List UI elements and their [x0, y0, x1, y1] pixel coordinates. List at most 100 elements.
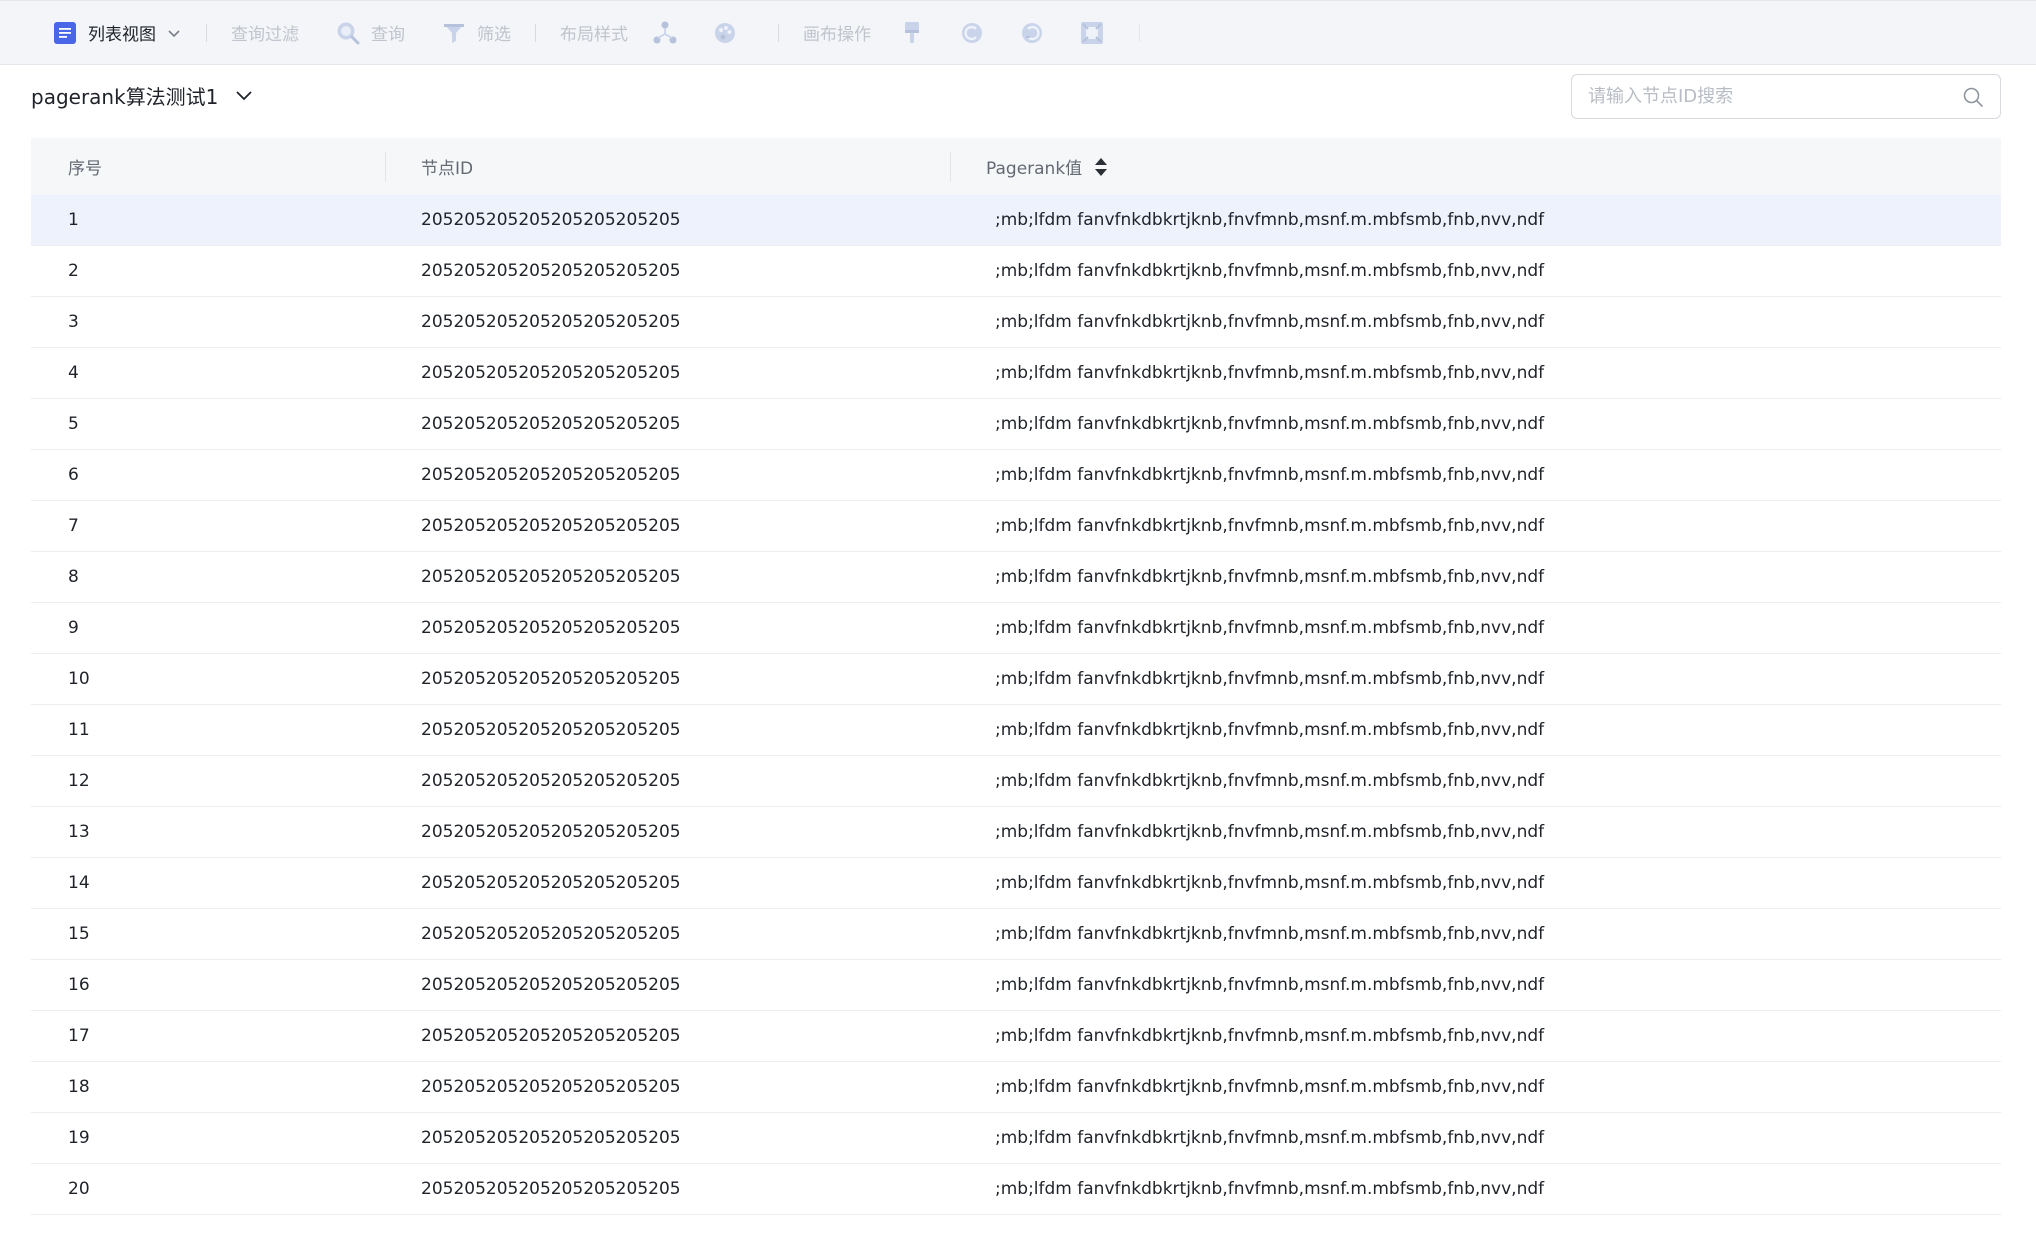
cell-node-id: 205205205205205205205205: [421, 465, 681, 485]
cell-node-id: 205205205205205205205205: [421, 312, 681, 332]
canvas-ops-group-label: 画布操作: [803, 25, 871, 45]
algorithm-selector[interactable]: pagerank算法测试1: [31, 80, 254, 110]
cell-node-id: 205205205205205205205205: [421, 720, 681, 740]
filter-button[interactable]: 筛选: [441, 20, 511, 46]
view-switcher-label: 列表视图: [88, 25, 156, 45]
search-box[interactable]: [1571, 74, 2001, 119]
layout-style-group-label: 布局样式: [560, 25, 628, 45]
chevron-down-icon: [234, 85, 254, 105]
list-view-icon: [52, 20, 78, 46]
cell-index: 2: [68, 261, 79, 281]
cell-pagerank-value: ;mb;lfdm fanvfnkdbkrtjknb,fnvfmnb,msnf.m…: [995, 1179, 1545, 1199]
table-row[interactable]: 8 205205205205205205205205 ;mb;lfdm fanvfn…: [31, 552, 2001, 603]
redo-icon[interactable]: [1019, 20, 1045, 46]
view-switcher[interactable]: 列表视图: [52, 20, 182, 46]
table-row[interactable]: 12 205205205205205205205205 ;mb;lfdm fanvf…: [31, 756, 2001, 807]
table-row[interactable]: 3 205205205205205205205205 ;mb;lfdm fanvfn…: [31, 297, 2001, 348]
table-row[interactable]: 4 205205205205205205205205 ;mb;lfdm fanvfn…: [31, 348, 2001, 399]
column-header-node-id: 节点ID: [385, 154, 950, 179]
cell-pagerank-value: ;mb;lfdm fanvfnkdbkrtjknb,fnvfmnb,msnf.m…: [995, 924, 1545, 944]
table-row[interactable]: 6 205205205205205205205205 ;mb;lfdm fanvfn…: [31, 450, 2001, 501]
cell-node-id: 205205205205205205205205: [421, 975, 681, 995]
cell-pagerank-value: ;mb;lfdm fanvfnkdbkrtjknb,fnvfmnb,msnf.m…: [995, 975, 1545, 995]
cell-pagerank-value: ;mb;lfdm fanvfnkdbkrtjknb,fnvfmnb,msnf.m…: [995, 873, 1545, 893]
column-header-pagerank[interactable]: Pagerank值: [950, 154, 2001, 179]
table-row[interactable]: 10 205205205205205205205205 ;mb;lfdm fanvf…: [31, 654, 2001, 705]
cell-index: 18: [68, 1077, 90, 1097]
table-body: 1 205205205205205205205205 ;mb;lfdm fanvfn…: [31, 195, 2001, 1215]
cell-index: 6: [68, 465, 79, 485]
cell-node-id: 205205205205205205205205: [421, 1128, 681, 1148]
query-button[interactable]: 查询: [335, 20, 405, 46]
cell-index: 7: [68, 516, 79, 536]
cell-pagerank-value: ;mb;lfdm fanvfnkdbkrtjknb,fnvfmnb,msnf.m…: [995, 465, 1545, 485]
cell-pagerank-value: ;mb;lfdm fanvfnkdbkrtjknb,fnvfmnb,msnf.m…: [995, 261, 1545, 281]
cell-pagerank-value: ;mb;lfdm fanvfnkdbkrtjknb,fnvfmnb,msnf.m…: [995, 1077, 1545, 1097]
cell-pagerank-value: ;mb;lfdm fanvfnkdbkrtjknb,fnvfmnb,msnf.m…: [995, 567, 1545, 587]
table-row[interactable]: 7 205205205205205205205205 ;mb;lfdm fanvfn…: [31, 501, 2001, 552]
table-row[interactable]: 15 205205205205205205205205 ;mb;lfdm fanvf…: [31, 909, 2001, 960]
toolbar: 列表视图 查询过滤 查询 筛选 布局样式 画布操作: [0, 0, 2036, 65]
cell-node-id: 205205205205205205205205: [421, 210, 681, 230]
cell-index: 13: [68, 822, 90, 842]
cell-pagerank-value: ;mb;lfdm fanvfnkdbkrtjknb,fnvfmnb,msnf.m…: [995, 210, 1545, 230]
cell-node-id: 205205205205205205205205: [421, 516, 681, 536]
table-row[interactable]: 11 205205205205205205205205 ;mb;lfdm fanvf…: [31, 705, 2001, 756]
cell-pagerank-value: ;mb;lfdm fanvfnkdbkrtjknb,fnvfmnb,msnf.m…: [995, 363, 1545, 383]
table-row[interactable]: 2 205205205205205205205205 ;mb;lfdm fanvfn…: [31, 246, 2001, 297]
cell-index: 14: [68, 873, 90, 893]
cell-index: 19: [68, 1128, 90, 1148]
cell-pagerank-value: ;mb;lfdm fanvfnkdbkrtjknb,fnvfmnb,msnf.m…: [995, 669, 1545, 689]
cell-node-id: 205205205205205205205205: [421, 669, 681, 689]
cell-pagerank-value: ;mb;lfdm fanvfnkdbkrtjknb,fnvfmnb,msnf.m…: [995, 720, 1545, 740]
table-row[interactable]: 5 205205205205205205205205 ;mb;lfdm fanvfn…: [31, 399, 2001, 450]
cell-index: 3: [68, 312, 79, 332]
table-row[interactable]: 16 205205205205205205205205 ;mb;lfdm fanvf…: [31, 960, 2001, 1011]
page-title: pagerank算法测试1: [31, 84, 219, 109]
table-row[interactable]: 9 205205205205205205205205 ;mb;lfdm fanvfn…: [31, 603, 2001, 654]
table-header: 序号 节点ID Pagerank值: [31, 138, 2001, 195]
cell-index: 5: [68, 414, 79, 434]
filter-label: 筛选: [477, 25, 511, 45]
cell-node-id: 205205205205205205205205: [421, 1077, 681, 1097]
fit-canvas-icon[interactable]: [1079, 20, 1105, 46]
query-label: 查询: [371, 25, 405, 45]
undo-icon[interactable]: [959, 20, 985, 46]
cell-index: 17: [68, 1026, 90, 1046]
layout-graph-icon[interactable]: [652, 20, 678, 46]
table-row[interactable]: 14 205205205205205205205205 ;mb;lfdm fanvf…: [31, 858, 2001, 909]
cell-index: 12: [68, 771, 90, 791]
cell-node-id: 205205205205205205205205: [421, 414, 681, 434]
table-row[interactable]: 19 205205205205205205205205 ;mb;lfdm fanvf…: [31, 1113, 2001, 1164]
query-icon: [335, 20, 361, 46]
cell-index: 9: [68, 618, 79, 638]
cell-index: 11: [68, 720, 90, 740]
toolbar-divider: [1139, 23, 1140, 42]
table-row[interactable]: 20 205205205205205205205205 ;mb;lfdm fanvf…: [31, 1164, 2001, 1215]
cell-index: 10: [68, 669, 90, 689]
cell-index: 15: [68, 924, 90, 944]
cell-index: 16: [68, 975, 90, 995]
cell-node-id: 205205205205205205205205: [421, 261, 681, 281]
toolbar-divider: [778, 23, 779, 42]
cell-node-id: 205205205205205205205205: [421, 1026, 681, 1046]
cell-pagerank-value: ;mb;lfdm fanvfnkdbkrtjknb,fnvfmnb,msnf.m…: [995, 618, 1545, 638]
table-row[interactable]: 1 205205205205205205205205 ;mb;lfdm fanvfn…: [31, 195, 2001, 246]
brush-icon[interactable]: [899, 20, 925, 46]
cell-index: 1: [68, 210, 79, 230]
palette-icon[interactable]: [712, 20, 738, 46]
chevron-down-icon: [166, 20, 182, 46]
sort-icon[interactable]: [1094, 157, 1108, 177]
cell-pagerank-value: ;mb;lfdm fanvfnkdbkrtjknb,fnvfmnb,msnf.m…: [995, 822, 1545, 842]
table-row[interactable]: 18 205205205205205205205205 ;mb;lfdm fanvf…: [31, 1062, 2001, 1113]
cell-node-id: 205205205205205205205205: [421, 924, 681, 944]
search-input[interactable]: [1588, 86, 1962, 107]
cell-node-id: 205205205205205205205205: [421, 873, 681, 893]
cell-pagerank-value: ;mb;lfdm fanvfnkdbkrtjknb,fnvfmnb,msnf.m…: [995, 771, 1545, 791]
cell-node-id: 205205205205205205205205: [421, 363, 681, 383]
table-row[interactable]: 13 205205205205205205205205 ;mb;lfdm fanvf…: [31, 807, 2001, 858]
cell-node-id: 205205205205205205205205: [421, 822, 681, 842]
cell-node-id: 205205205205205205205205: [421, 1179, 681, 1199]
search-icon[interactable]: [1962, 86, 1984, 108]
table-row[interactable]: 17 205205205205205205205205 ;mb;lfdm fanvf…: [31, 1011, 2001, 1062]
